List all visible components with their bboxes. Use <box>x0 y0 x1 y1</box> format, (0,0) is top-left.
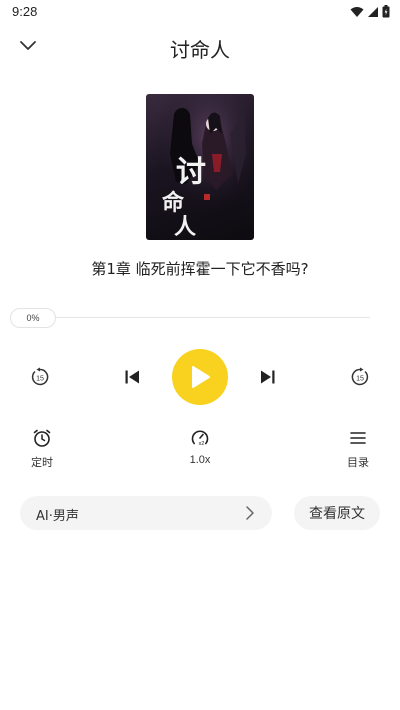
playback-controls: 15 15 <box>0 348 400 408</box>
svg-text:命: 命 <box>162 190 185 216</box>
speedometer-icon: x2 <box>191 430 209 447</box>
forward-seconds: 15 <box>356 376 364 383</box>
skip-next-icon <box>261 370 275 384</box>
chapter-title: 第1章 临死前挥霍一下它不香吗? <box>91 260 309 278</box>
next-chapter-button[interactable] <box>256 365 280 389</box>
chevron-right-icon <box>246 506 254 520</box>
header: 讨命人 <box>0 24 400 68</box>
view-original-text-button[interactable]: 查看原文 <box>294 496 380 530</box>
svg-text:讨: 讨 <box>176 155 206 190</box>
speed-button[interactable]: x2 1.0x <box>170 428 230 466</box>
voice-selector[interactable]: AI·男声 <box>20 496 272 530</box>
list-icon <box>350 432 366 444</box>
svg-text:人: 人 <box>174 214 196 240</box>
wifi-icon <box>350 6 364 17</box>
battery-icon <box>382 5 390 18</box>
voice-label: AI·男声 <box>36 509 79 524</box>
cover-artwork: 讨 命 人 <box>146 94 254 240</box>
progress-slider[interactable]: 0% <box>10 308 370 328</box>
forward-15-icon: 15 <box>351 367 369 386</box>
timer-button[interactable]: 定时 <box>12 428 72 470</box>
toc-label: 目录 <box>347 457 369 469</box>
tool-row: 定时 x2 1.0x 目录 <box>0 428 400 474</box>
skip-previous-icon <box>125 370 139 384</box>
speed-icon-text: x2 <box>199 441 205 447</box>
rewind-15-button[interactable]: 15 <box>28 365 52 389</box>
speed-label: 1.0x <box>189 454 211 466</box>
rewind-15-icon: 15 <box>31 367 49 386</box>
status-bar: 9:28 <box>0 0 400 24</box>
signal-icon <box>368 6 378 17</box>
play-icon <box>192 366 210 388</box>
page-title: 讨命人 <box>170 38 230 62</box>
forward-15-button[interactable]: 15 <box>348 365 372 389</box>
progress-thumb[interactable]: 0% <box>10 308 56 328</box>
status-icons <box>350 5 390 18</box>
table-of-contents-button[interactable]: 目录 <box>328 428 388 470</box>
progress-track[interactable] <box>50 317 370 318</box>
alarm-clock-icon <box>33 429 51 447</box>
rewind-seconds: 15 <box>36 376 44 383</box>
status-time: 9:28 <box>12 4 38 19</box>
play-button[interactable] <box>172 349 228 405</box>
previous-chapter-button[interactable] <box>120 365 144 389</box>
timer-label: 定时 <box>31 457 53 469</box>
book-cover: 讨 命 人 <box>146 94 254 240</box>
